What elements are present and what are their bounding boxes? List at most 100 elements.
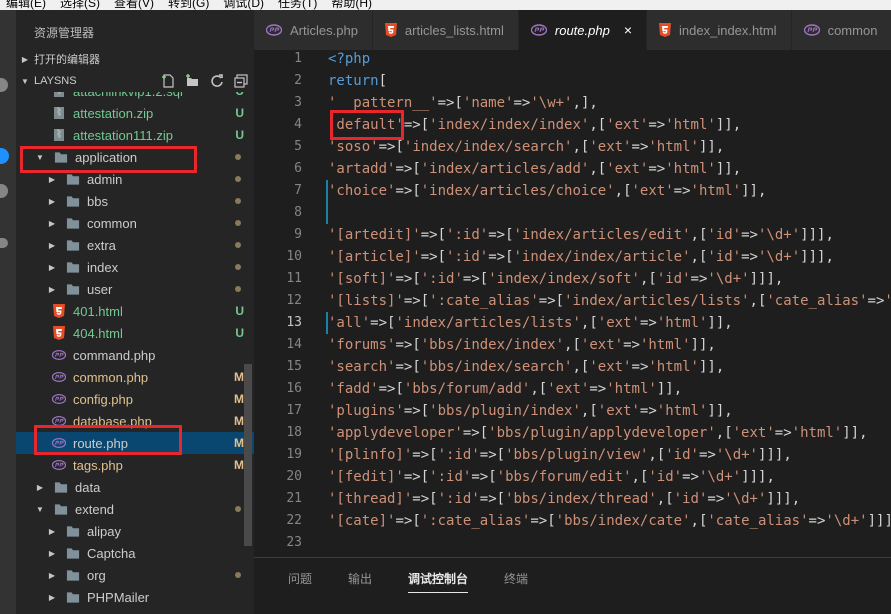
menu-item[interactable]: 编辑(E) xyxy=(6,0,46,10)
code-line[interactable]: 'soso'=>['index/index/search',['ext'=>'h… xyxy=(328,136,724,158)
git-status-badge: U xyxy=(235,326,244,340)
tree-item-label: attachlinkvip1.2.sql xyxy=(73,92,183,99)
code-line[interactable]: '__pattern__'=>['name'=>'\w+',], xyxy=(328,92,598,114)
collapse-all-icon[interactable] xyxy=(234,74,248,88)
menu-item[interactable]: 任务(T) xyxy=(278,0,317,10)
tab-terminal[interactable]: 终端 xyxy=(504,570,528,587)
tree-folder[interactable]: ▶ data xyxy=(16,476,254,498)
tree-folder[interactable]: ▼ application xyxy=(16,146,254,168)
code-editor[interactable]: 1 <?php 2 return[3 '__pattern__'=>['name'=>'… xyxy=(254,50,891,557)
code-line[interactable]: '[thread]'=>[':id'=>['bbs/index/thread',… xyxy=(328,488,800,510)
project-section[interactable]: ▼ LAYSNS xyxy=(16,70,254,92)
tree-file[interactable]: 401.html U xyxy=(16,300,254,322)
file-tree: attachlinkvip1.2.sql Uattestation.zip Uatt… xyxy=(16,92,254,614)
tab-output[interactable]: 输出 xyxy=(348,570,372,587)
tree-folder[interactable]: ▶ bbs xyxy=(16,190,254,212)
tree-folder[interactable]: ▶ user xyxy=(16,278,254,300)
open-editors-section[interactable]: ▶ 打开的编辑器 xyxy=(16,48,254,70)
folder-icon xyxy=(66,524,80,538)
tree-file[interactable]: route.php M xyxy=(16,432,254,454)
editor-tab[interactable]: Articles.php xyxy=(254,10,373,50)
code-line[interactable]: 'applydeveloper'=>['bbs/plugin/applydeve… xyxy=(328,422,868,444)
activity-extensions-icon[interactable] xyxy=(0,238,8,248)
menu-item[interactable]: 转到(G) xyxy=(168,0,209,10)
php-icon xyxy=(530,24,547,36)
code-line[interactable]: '[article]'=>[':id'=>['index/index/artic… xyxy=(328,246,834,268)
code-line[interactable]: 'fadd'=>['bbs/forum/add',['ext'=>'html']… xyxy=(328,378,682,400)
tree-file[interactable]: command.php xyxy=(16,344,254,366)
code-line[interactable]: 'all'=>['index/articles/lists',['ext'=>'… xyxy=(328,312,733,334)
tree-file[interactable]: attestation.zip U xyxy=(16,102,254,124)
tree-folder[interactable]: ▶ admin xyxy=(16,168,254,190)
line-number: 15 xyxy=(286,359,302,374)
tree-file[interactable]: common.php M xyxy=(16,366,254,388)
tree-folder[interactable]: ▶ common xyxy=(16,212,254,234)
tree-file[interactable]: config.php M xyxy=(16,388,254,410)
tree-file[interactable]: database.php M xyxy=(16,410,254,432)
php-icon xyxy=(266,24,282,36)
git-status-badge: U xyxy=(235,304,244,318)
code-line[interactable]: 'choice'=>['index/articles/choice',['ext… xyxy=(328,180,766,202)
code-line[interactable]: 'artadd'=>['index/articles/add',['ext'=>… xyxy=(328,158,741,180)
tree-file[interactable]: 404.html U xyxy=(16,322,254,344)
tree-file[interactable]: attachlinkvip1.2.sql U xyxy=(16,92,254,102)
code-line[interactable]: '[lists]'=>[':cate_alias'=>['index/artic… xyxy=(328,290,891,312)
menu-item[interactable]: 调试(D) xyxy=(223,0,264,10)
code-line[interactable]: 'search'=>['bbs/index/search',['ext'=>'h… xyxy=(328,356,724,378)
tree-folder[interactable]: ▼ extend xyxy=(16,498,254,520)
code-line[interactable]: '[fedit]'=>[':id'=>['bbs/forum/edit',['i… xyxy=(328,466,775,488)
git-status-badge: M xyxy=(234,392,244,406)
menu-items: 编辑(E) 选择(S) 查看(V) 转到(G) 调试(D) 任务(T) 帮助(H) xyxy=(0,0,372,10)
tree-folder[interactable]: ▶ index xyxy=(16,256,254,278)
activity-debug-icon[interactable] xyxy=(0,184,8,198)
archive-icon xyxy=(52,128,66,142)
tree-folder[interactable]: ▶ Captcha xyxy=(16,542,254,564)
line-number: 16 xyxy=(286,381,302,396)
line-number: 4 xyxy=(294,117,302,132)
refresh-icon[interactable] xyxy=(210,74,224,88)
editor-tabs: Articles.php articles_lists.html route.php… xyxy=(254,10,891,50)
menu-item[interactable]: 选择(S) xyxy=(60,0,100,10)
tree-item-label: extend xyxy=(75,501,115,517)
chevron-right-icon: ▶ xyxy=(48,548,56,558)
tab-label: articles_lists.html xyxy=(404,22,504,38)
code-line[interactable]: return[ xyxy=(328,70,387,92)
tab-debug-console[interactable]: 调试控制台 xyxy=(408,570,469,593)
menu-item[interactable]: 帮助(H) xyxy=(331,0,372,10)
menu-item[interactable]: 查看(V) xyxy=(114,0,154,10)
code-line[interactable]: '[soft]'=>[':id'=>['index/index/soft',['… xyxy=(328,268,783,290)
code-line[interactable]: '[plinfo]'=>[':id'=>['bbs/plugin/view',[… xyxy=(328,444,792,466)
tree-file[interactable]: attestation111.zip U xyxy=(16,124,254,146)
editor-tab[interactable]: route.php × xyxy=(518,10,648,50)
sidebar-scrollbar[interactable] xyxy=(244,364,252,546)
new-folder-icon[interactable] xyxy=(185,74,200,88)
chevron-right-icon: ▶ xyxy=(48,592,56,602)
close-icon[interactable]: × xyxy=(624,22,632,38)
tab-problems[interactable]: 问题 xyxy=(288,570,312,587)
editor-tab[interactable]: articles_lists.html xyxy=(372,10,519,50)
php-icon xyxy=(52,414,66,428)
tree-folder[interactable]: ▶ org xyxy=(16,564,254,586)
tree-item-label: user xyxy=(87,281,113,297)
tree-folder[interactable]: ▶ alipay xyxy=(16,520,254,542)
editor-tab[interactable]: index_index.html xyxy=(647,10,792,50)
tree-item-label: bbs xyxy=(87,193,108,209)
folder-icon xyxy=(66,282,80,296)
code-line[interactable]: 'plugins'=>['bbs/plugin/index',['ext'=>'… xyxy=(328,400,733,422)
new-file-icon[interactable] xyxy=(161,74,175,88)
code-line[interactable]: <?php xyxy=(328,50,370,70)
tree-file[interactable]: tags.php M xyxy=(16,454,254,476)
code-line[interactable]: 'forums'=>['bbs/index/index',['ext'=>'ht… xyxy=(328,334,716,356)
git-modified-dot-icon xyxy=(235,154,241,160)
tree-folder[interactable]: ▶ extra xyxy=(16,234,254,256)
code-line[interactable]: '[artedit]'=>[':id'=>['index/articles/ed… xyxy=(328,224,834,246)
tree-folder[interactable]: ▶ PHPMailer xyxy=(16,586,254,608)
code-line[interactable]: 'default'=>['index/index/index',['ext'=>… xyxy=(328,114,741,136)
line-number: 2 xyxy=(294,73,302,88)
activity-git-badge-icon[interactable] xyxy=(0,148,9,164)
activity-search-icon[interactable] xyxy=(0,78,8,92)
line-number: 18 xyxy=(286,425,302,440)
line-number: 1 xyxy=(294,51,302,66)
editor-tab[interactable]: common xyxy=(791,10,891,50)
code-line[interactable]: '[cate]'=>[':cate_alias'=>['bbs/index/ca… xyxy=(328,510,891,532)
